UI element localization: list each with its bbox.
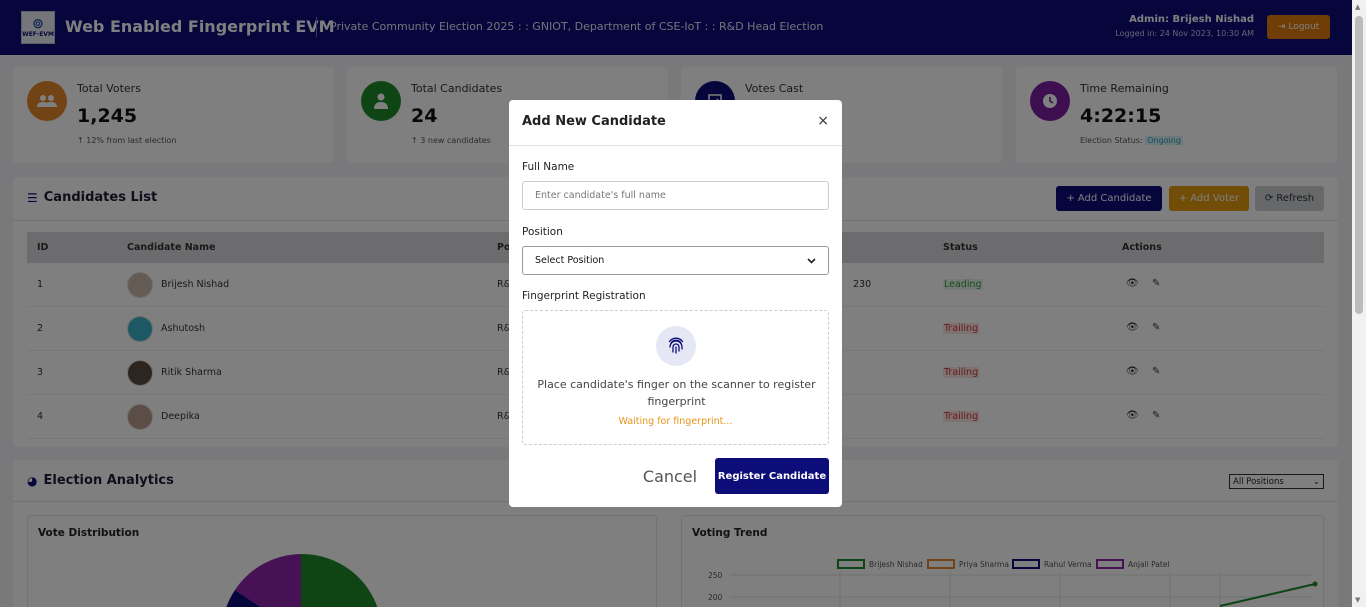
modal-divider <box>509 145 842 146</box>
fingerprint-status: Waiting for fingerprint... <box>618 416 733 427</box>
close-icon[interactable]: × <box>817 113 829 129</box>
fingerprint-scanner-area[interactable]: Place candidate's finger on the scanner … <box>522 310 829 445</box>
scroll-down-icon[interactable]: ▼ <box>1355 596 1360 604</box>
position-selected-value: Select Position <box>535 255 605 266</box>
chevron-down-icon <box>807 257 816 264</box>
full-name-label: Full Name <box>522 161 575 173</box>
register-candidate-button[interactable]: Register Candidate <box>715 458 829 494</box>
position-label: Position <box>522 226 563 238</box>
fingerprint-instructions: Place candidate's finger on the scanner … <box>537 378 816 408</box>
fingerprint-label: Fingerprint Registration <box>522 290 646 302</box>
scroll-thumb[interactable] <box>1355 16 1363 314</box>
full-name-input[interactable] <box>522 181 829 210</box>
add-candidate-modal: Add New Candidate × Full Name Position S… <box>509 100 842 507</box>
page-scrollbar[interactable]: ▲ ▼ <box>1352 0 1366 607</box>
fingerprint-icon <box>656 326 696 366</box>
scroll-up-icon[interactable]: ▲ <box>1355 3 1360 11</box>
position-select[interactable]: Select Position <box>522 246 829 275</box>
modal-title: Add New Candidate <box>522 114 666 129</box>
cancel-button[interactable]: Cancel <box>638 462 702 490</box>
